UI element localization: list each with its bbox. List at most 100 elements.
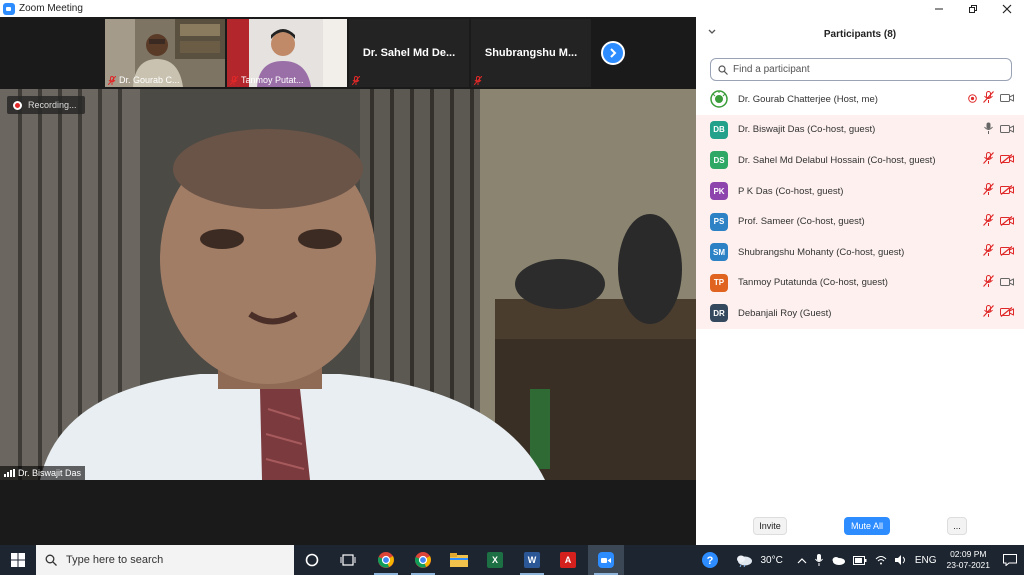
participant-thumbnail[interactable]: Tanmoy Putat... — [227, 19, 347, 87]
participants-title: Participants (8) — [823, 28, 897, 40]
camera-icon[interactable] — [1000, 274, 1014, 292]
participant-name: Tanmoy Putatunda (Co-host, guest) — [738, 277, 888, 289]
participant-list: Dr. Gourab Chatterjee (Host, me) DB Dr. Bi… — [696, 84, 1024, 329]
avatar: DS — [710, 151, 728, 170]
camera-icon[interactable] — [1000, 121, 1014, 139]
participant-status-icons — [983, 298, 1014, 329]
invite-button[interactable]: Invite — [753, 517, 787, 535]
svg-text:?: ? — [706, 555, 713, 567]
participants-header: Participants (8) — [696, 17, 1024, 51]
camera-off-icon[interactable] — [1000, 213, 1014, 231]
participant-status-icons — [983, 115, 1014, 146]
camera-off-icon[interactable] — [1000, 182, 1014, 200]
speaker-name-label: Dr. Biswajit Das — [0, 466, 86, 480]
avatar: PS — [710, 212, 728, 231]
search-placeholder: Find a participant — [733, 64, 810, 75]
avatar: SM — [710, 243, 728, 262]
more-options-button[interactable]: ... — [947, 517, 967, 535]
cortana-icon[interactable] — [294, 545, 330, 575]
taskbar-clock[interactable]: 02:09 PM 23-07-2021 — [947, 549, 990, 571]
battery-icon[interactable] — [852, 555, 867, 565]
record-icon — [13, 100, 22, 110]
mic-muted-icon[interactable] — [983, 182, 994, 200]
microphone-icon[interactable] — [814, 554, 823, 566]
mic-muted-icon — [474, 76, 482, 85]
participant-row[interactable]: DB Dr. Biswajit Das (Co-host, guest) — [696, 114, 1024, 146]
chevron-down-icon[interactable] — [708, 27, 716, 38]
microphone-icon[interactable] — [983, 121, 994, 139]
participants-panel: Participants (8) Find a participant Dr. … — [696, 17, 1024, 545]
participant-name: Dr. Sahel Md Delabul Hossain (Co-host, g… — [738, 154, 936, 166]
thumbnail-name: Dr. Sahel Md De... — [362, 47, 456, 59]
mic-muted-icon[interactable] — [983, 243, 994, 261]
participant-row[interactable]: PK P K Das (Co-host, guest) — [696, 175, 1024, 207]
acrobat-icon[interactable]: A — [550, 545, 586, 575]
file-explorer-icon[interactable] — [441, 545, 477, 575]
chevron-right-icon — [610, 48, 617, 58]
participant-search-input[interactable]: Find a participant — [710, 58, 1012, 81]
participant-status-icons — [983, 268, 1014, 299]
participant-row[interactable]: SM Shubrangshu Mohanty (Co-host, guest) — [696, 236, 1024, 268]
thumbnail-name: Tanmoy Putat... — [230, 75, 304, 85]
participant-name: Dr. Biswajit Das (Co-host, guest) — [738, 124, 876, 136]
excel-icon[interactable]: X — [477, 545, 513, 575]
zoom-taskbar-icon[interactable] — [588, 545, 624, 575]
weather-icon[interactable] — [735, 553, 753, 567]
meeting-area: Dr. Gourab C... Tanmoy Putat... Dr. Sahe… — [0, 17, 696, 545]
volume-icon[interactable] — [894, 555, 907, 565]
mic-muted-icon — [352, 76, 360, 85]
avatar: PK — [710, 182, 728, 201]
task-view-icon[interactable] — [330, 545, 366, 575]
participant-row[interactable]: PS Prof. Sameer (Co-host, guest) — [696, 206, 1024, 237]
camera-off-icon[interactable] — [1000, 243, 1014, 261]
recording-indicator[interactable]: Recording... — [7, 96, 85, 114]
mic-muted-icon[interactable] — [983, 304, 994, 322]
participant-name: Debanjali Roy (Guest) — [738, 307, 832, 319]
chrome-icon[interactable] — [368, 545, 404, 575]
zoom-logo-icon — [3, 2, 15, 15]
participants-footer: Invite Mute All ... — [696, 517, 1024, 537]
participant-name: P K Das (Co-host, guest) — [738, 185, 844, 197]
next-page-button[interactable] — [601, 41, 625, 65]
mic-muted-icon[interactable] — [983, 90, 994, 108]
mic-muted-icon[interactable] — [983, 274, 994, 292]
participant-row[interactable]: Dr. Gourab Chatterjee (Host, me) — [696, 84, 1024, 115]
participant-thumbnail[interactable]: Shubrangshu M... — [471, 19, 591, 87]
window-controls — [922, 0, 1024, 17]
participant-name: Shubrangshu Mohanty (Co-host, guest) — [738, 246, 905, 258]
mic-muted-icon[interactable] — [983, 213, 994, 231]
chevron-up-icon[interactable] — [797, 557, 807, 564]
participant-thumbnail[interactable]: Dr. Gourab C... — [105, 19, 225, 87]
taskbar-search-input[interactable]: Type here to search — [36, 545, 294, 575]
help-icon[interactable]: ? — [701, 551, 719, 569]
thumbnail-mic — [474, 76, 482, 85]
participant-row[interactable]: DS Dr. Sahel Md Delabul Hossain (Co-host,… — [696, 145, 1024, 176]
temperature: 30°C — [760, 554, 783, 566]
camera-off-icon[interactable] — [1000, 304, 1014, 322]
recording-label: Recording... — [28, 100, 77, 110]
windows-start-icon[interactable] — [0, 545, 36, 575]
participant-row[interactable]: TP Tanmoy Putatunda (Co-host, guest) — [696, 267, 1024, 299]
avatar: TP — [710, 273, 728, 292]
onedrive-icon[interactable] — [831, 556, 845, 565]
notifications-icon[interactable] — [996, 545, 1024, 575]
chrome-icon[interactable] — [405, 545, 441, 575]
system-tray: ? 30°C ENG 02:09 PM 23-07-2021 — [697, 545, 1024, 575]
mic-muted-icon[interactable] — [983, 151, 994, 169]
window-title: Zoom Meeting — [19, 3, 83, 14]
camera-off-icon[interactable] — [1000, 151, 1014, 169]
active-speaker-video[interactable]: Recording... Dr. Biswajit Das — [0, 89, 696, 480]
restore-icon[interactable] — [956, 0, 990, 17]
camera-icon[interactable] — [1000, 90, 1014, 108]
participant-row[interactable]: DR Debanjali Roy (Guest) — [696, 298, 1024, 329]
close-icon[interactable] — [990, 0, 1024, 17]
participant-status-icons — [983, 206, 1014, 237]
minimize-icon[interactable] — [922, 0, 956, 17]
thumbnail-name: Shubrangshu M... — [484, 47, 578, 59]
word-icon[interactable]: W — [514, 545, 550, 575]
mute-all-button[interactable]: Mute All — [844, 517, 890, 535]
wifi-icon[interactable] — [875, 555, 887, 565]
language-indicator[interactable]: ENG — [915, 555, 937, 566]
speaker-name: Dr. Biswajit Das — [18, 468, 82, 478]
participant-thumbnail[interactable]: Dr. Sahel Md De... — [349, 19, 469, 87]
